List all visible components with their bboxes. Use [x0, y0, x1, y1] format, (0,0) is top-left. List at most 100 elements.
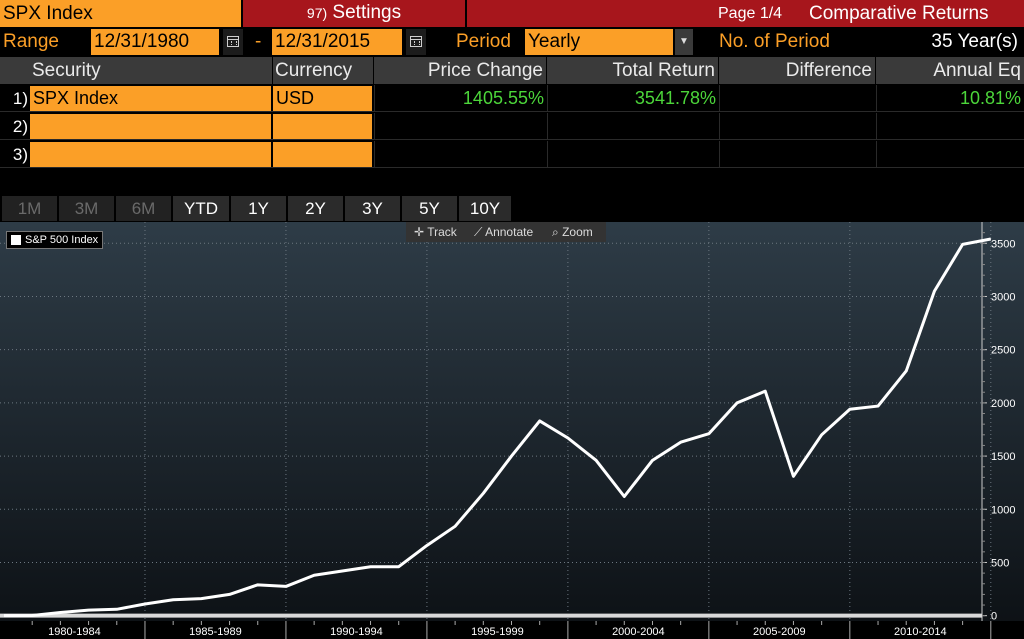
- price-change-cell: [374, 141, 547, 168]
- data-point[interactable]: [2, 614, 6, 618]
- num-period-value: 35 Year(s): [931, 31, 1018, 52]
- data-point[interactable]: [763, 389, 767, 393]
- row-number: 1): [12, 89, 28, 108]
- data-point[interactable]: [87, 608, 91, 612]
- app-title: Comparative Returns: [809, 3, 989, 24]
- chart-legend[interactable]: S&P 500 Index: [6, 231, 104, 249]
- security-cell[interactable]: SPX Index: [30, 86, 271, 111]
- data-point[interactable]: [989, 237, 993, 241]
- range-row: Range 12/31/1980 - 12/31/2015 Period Yea…: [0, 28, 1024, 56]
- data-point[interactable]: [481, 491, 485, 495]
- num-period-label: No. of Period: [719, 31, 830, 52]
- difference-cell: [719, 141, 876, 168]
- data-point[interactable]: [340, 569, 344, 573]
- currency-cell[interactable]: [273, 142, 372, 167]
- data-point[interactable]: [820, 433, 824, 437]
- track-button[interactable]: ✛ Track: [414, 222, 457, 242]
- data-point[interactable]: [425, 543, 429, 547]
- settings-number: 97): [306, 5, 328, 21]
- zoom-button[interactable]: ⌕ Zoom: [552, 222, 593, 242]
- title-bar: SPX Index 97) Settings Page 1/4 Comparat…: [0, 0, 1024, 28]
- data-point[interactable]: [650, 458, 654, 462]
- data-point[interactable]: [510, 454, 514, 458]
- data-point[interactable]: [679, 440, 683, 444]
- y-tick-label: 0: [991, 611, 997, 623]
- data-point[interactable]: [961, 242, 965, 246]
- data-point[interactable]: [566, 436, 570, 440]
- data-point[interactable]: [30, 613, 34, 617]
- legend-swatch: [11, 235, 21, 245]
- page-indicator[interactable]: Page 1/4: [718, 0, 782, 28]
- chevron-down-icon[interactable]: ▼: [675, 29, 693, 55]
- data-point[interactable]: [369, 565, 373, 569]
- data-point[interactable]: [284, 584, 288, 588]
- data-point[interactable]: [397, 565, 401, 569]
- x-tick-label: 1985-1989: [189, 626, 242, 638]
- currency-cell[interactable]: [273, 114, 372, 139]
- currency-cell[interactable]: USD: [273, 86, 372, 111]
- security-cell[interactable]: [30, 142, 271, 167]
- data-point[interactable]: [228, 592, 232, 596]
- x-tick-label: 1990-1994: [330, 626, 383, 638]
- data-point[interactable]: [594, 458, 598, 462]
- price-change-cell: [374, 113, 547, 140]
- data-point[interactable]: [932, 289, 936, 293]
- period-tabs: 1M 3M 6M YTD 1Y 2Y 3Y 5Y 10Y: [0, 196, 1024, 221]
- tab-5y[interactable]: 5Y: [402, 196, 457, 221]
- total-return-cell: [547, 113, 719, 140]
- data-point[interactable]: [171, 598, 175, 602]
- col-security[interactable]: Security: [0, 57, 273, 84]
- tab-6m: 6M: [116, 196, 171, 221]
- tab-1y[interactable]: 1Y: [231, 196, 286, 221]
- line-chart[interactable]: 0 500 1000 1500 2000 2500 3000 3500 1980-1984 198…: [0, 222, 1024, 639]
- data-point[interactable]: [791, 474, 795, 478]
- annual-eq-cell: 10.81%: [876, 85, 1024, 112]
- end-calendar-icon[interactable]: [406, 29, 426, 55]
- difference-cell: [719, 85, 876, 112]
- tab-ytd[interactable]: YTD: [173, 196, 229, 221]
- col-annual-eq[interactable]: Annual Eq: [876, 57, 1024, 84]
- annual-eq-cell: [876, 141, 1024, 168]
- range-dash: -: [255, 31, 262, 52]
- start-calendar-icon[interactable]: [223, 29, 243, 55]
- chart-area: 0 500 1000 1500 2000 2500 3000 3500 1980-1984 198…: [0, 222, 1024, 639]
- y-tick-label: 2500: [991, 345, 1015, 357]
- data-point[interactable]: [876, 404, 880, 408]
- tab-10y[interactable]: 10Y: [459, 196, 511, 221]
- data-point[interactable]: [143, 602, 147, 606]
- col-currency[interactable]: Currency: [273, 57, 374, 84]
- col-total-return[interactable]: Total Return: [547, 57, 719, 84]
- data-point[interactable]: [199, 597, 203, 601]
- chart-background: [0, 222, 1024, 639]
- data-point[interactable]: [115, 607, 119, 611]
- y-tick-label: 1000: [991, 504, 1015, 516]
- data-point[interactable]: [622, 495, 626, 499]
- table-header: Security Currency Price Change Total Ret…: [0, 57, 1024, 84]
- col-price-change[interactable]: Price Change: [374, 57, 547, 84]
- end-date-field[interactable]: 12/31/2015: [272, 29, 402, 55]
- data-point[interactable]: [312, 573, 316, 577]
- data-point[interactable]: [538, 419, 542, 423]
- data-point[interactable]: [256, 583, 260, 587]
- y-tick-label: 2000: [991, 398, 1015, 410]
- data-point[interactable]: [848, 407, 852, 411]
- annotate-button[interactable]: ⟋ Annotate: [474, 222, 533, 242]
- security-cell[interactable]: [30, 114, 271, 139]
- period-select[interactable]: Yearly: [525, 29, 673, 55]
- data-point[interactable]: [453, 524, 457, 528]
- col-difference[interactable]: Difference: [719, 57, 876, 84]
- start-date-field[interactable]: 12/31/1980: [91, 29, 219, 55]
- data-point[interactable]: [58, 610, 62, 614]
- data-point[interactable]: [735, 401, 739, 405]
- tab-3y[interactable]: 3Y: [345, 196, 400, 221]
- data-point[interactable]: [707, 432, 711, 436]
- crosshair-icon: ✛: [414, 225, 425, 239]
- x-tick-label: 1980-1984: [48, 626, 101, 638]
- tab-2y[interactable]: 2Y: [288, 196, 343, 221]
- price-change-cell: 1405.55%: [374, 85, 547, 112]
- security-field[interactable]: SPX Index: [0, 0, 241, 27]
- data-point[interactable]: [904, 369, 908, 373]
- settings-button[interactable]: 97) Settings: [243, 0, 465, 27]
- pencil-icon: ⟋: [474, 225, 483, 239]
- track-label: Track: [427, 225, 457, 239]
